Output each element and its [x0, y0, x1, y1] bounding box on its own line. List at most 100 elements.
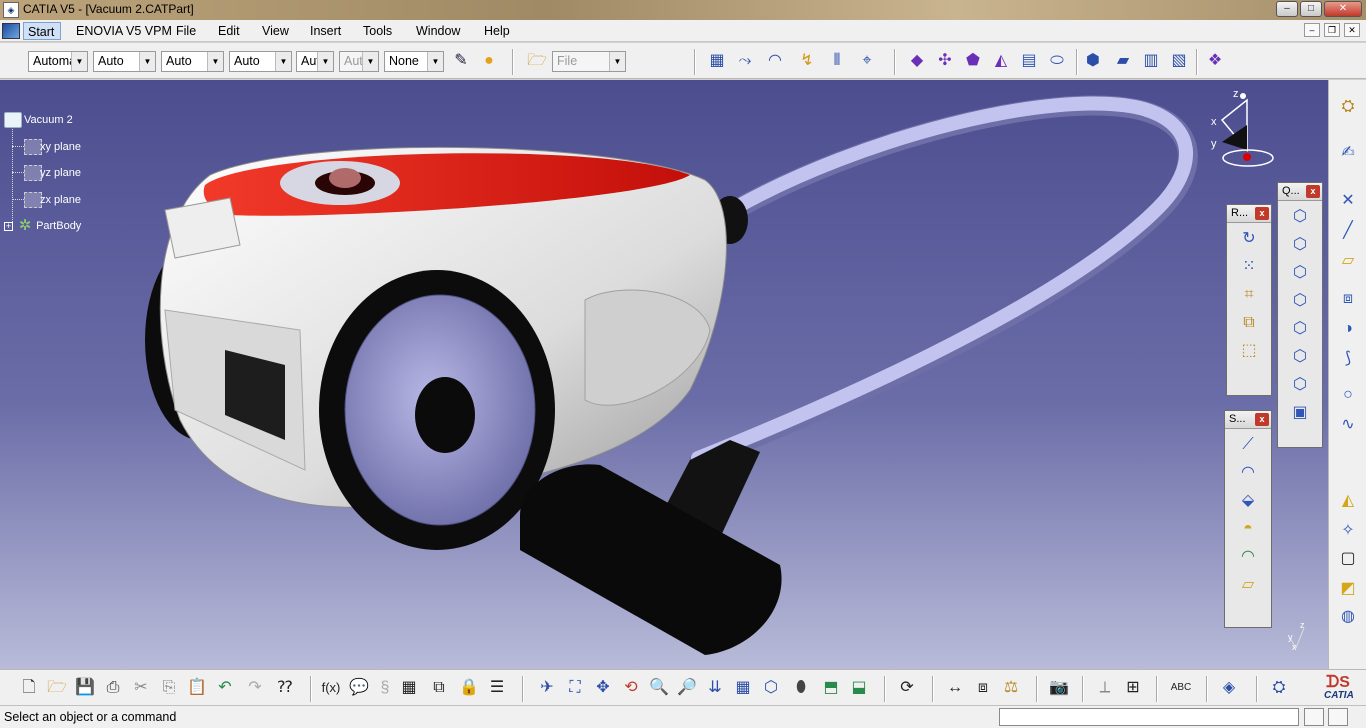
- tree-item-zx-plane[interactable]: zx plane: [24, 192, 81, 208]
- front-view-icon[interactable]: ⬡: [1288, 233, 1312, 257]
- lock-icon[interactable]: 🔒: [458, 677, 480, 699]
- floating-toolbar-r[interactable]: R... x ↻ ⁙ ⌗ ⧉ ⬚: [1226, 204, 1272, 396]
- fit-all-icon[interactable]: ⛶: [564, 677, 586, 699]
- extrude-surface-icon[interactable]: ⧈: [1337, 288, 1359, 310]
- measure-item-icon[interactable]: ⧈: [972, 677, 994, 699]
- fly-mode-icon[interactable]: ✈: [536, 677, 558, 699]
- swap-visible-icon[interactable]: ⬓: [848, 677, 870, 699]
- spline-icon[interactable]: ↯: [796, 50, 818, 72]
- knowledge-icon[interactable]: §: [374, 677, 396, 699]
- bottom-view-icon[interactable]: ⬡: [1288, 373, 1312, 397]
- pocket-icon[interactable]: ⬟: [962, 50, 984, 72]
- split-icon[interactable]: ⟋: [1236, 433, 1260, 457]
- hierarchy-icon[interactable]: ⧉: [428, 677, 450, 699]
- constraint-icon[interactable]: ⌖: [856, 50, 878, 72]
- offset-icon[interactable]: ◠: [1236, 545, 1260, 569]
- color-combo[interactable]: Auto ▼: [93, 51, 156, 72]
- update-icon[interactable]: ⟳: [896, 677, 918, 699]
- rendering-style-combo[interactable]: None ▼: [384, 51, 444, 72]
- rotate-icon[interactable]: ↻: [1237, 227, 1261, 251]
- table-icon[interactable]: ▦: [398, 677, 420, 699]
- rotate-view-icon[interactable]: ⟲: [620, 677, 642, 699]
- floating-toolbar-q[interactable]: Q... x ⬡ ⬡ ⬡ ⬡ ⬡ ⬡ ⬡ ▣: [1277, 182, 1323, 448]
- hole-icon[interactable]: ▤: [1018, 50, 1040, 72]
- vacuum-model[interactable]: [0, 80, 1328, 669]
- copy-icon[interactable]: ⎘: [158, 677, 180, 699]
- line-icon[interactable]: ╱: [1337, 220, 1359, 242]
- axis-system-icon[interactable]: ⟂: [1094, 677, 1116, 699]
- point-icon[interactable]: ✕: [1337, 190, 1359, 212]
- toolbar-close-button[interactable]: x: [1306, 185, 1320, 198]
- floating-toolbar-titlebar[interactable]: R... x: [1227, 205, 1271, 223]
- workbench-icon[interactable]: ⛭: [1337, 96, 1359, 118]
- weight-combo[interactable]: Auto ▼: [161, 51, 224, 72]
- work-on-support-icon[interactable]: ⊞: [1122, 677, 1144, 699]
- floating-toolbar-s[interactable]: S... x ⟋ ◠ ⬙ ◓ ◠ ▱: [1224, 410, 1272, 628]
- help-pointer-icon[interactable]: ⁇: [274, 677, 296, 699]
- tree-root-vacuum[interactable]: Vacuum 2: [4, 112, 73, 128]
- minimize-button[interactable]: –: [1276, 1, 1298, 17]
- doc-minimize-button[interactable]: –: [1304, 23, 1320, 37]
- print-icon[interactable]: ⎙: [102, 677, 124, 699]
- menu-tools[interactable]: Tools: [363, 24, 392, 38]
- back-view-icon[interactable]: ⬡: [1288, 261, 1312, 285]
- open-folder-icon[interactable]: 🗁: [526, 50, 548, 72]
- groove-icon[interactable]: ◭: [990, 50, 1012, 72]
- named-views-icon[interactable]: ▣: [1288, 401, 1312, 425]
- zoom-in-icon[interactable]: 🔍: [648, 677, 670, 699]
- revolve-surface-icon[interactable]: ◑: [1337, 318, 1359, 340]
- mass-properties-icon[interactable]: ⚖: [1000, 677, 1022, 699]
- maximize-button[interactable]: □: [1300, 1, 1322, 17]
- sweep-icon[interactable]: ⟆: [1337, 348, 1359, 370]
- undo-icon[interactable]: ↶: [214, 677, 236, 699]
- tree-item-xy-plane[interactable]: xy plane: [24, 139, 81, 155]
- iso-view-icon[interactable]: ⬡: [1288, 205, 1312, 229]
- tree-item-partbody[interactable]: + ✲ PartBody: [4, 218, 81, 234]
- grid-icon[interactable]: ▦: [706, 50, 728, 72]
- status-button-2[interactable]: [1328, 708, 1348, 726]
- apply-material-icon[interactable]: ⛭: [1268, 677, 1290, 699]
- capture-icon[interactable]: 📷: [1048, 677, 1070, 699]
- sew-surface-icon[interactable]: ▧: [1168, 50, 1190, 72]
- painter-icon[interactable]: ✎: [450, 50, 472, 72]
- scale-icon[interactable]: ⧉: [1237, 311, 1261, 335]
- right-view-icon[interactable]: ⬡: [1288, 317, 1312, 341]
- catia-app-icon[interactable]: ◈: [3, 2, 19, 18]
- formula-icon[interactable]: f(x): [320, 677, 342, 699]
- circle-icon[interactable]: ○: [1337, 384, 1359, 406]
- menu-view[interactable]: View: [262, 24, 289, 38]
- command-input[interactable]: [999, 708, 1299, 726]
- toolbar-close-button[interactable]: x: [1255, 413, 1269, 426]
- open-icon[interactable]: 🗁: [46, 677, 68, 699]
- start-menu-icon[interactable]: [2, 23, 20, 39]
- fill-icon[interactable]: ◓: [1236, 517, 1260, 541]
- doc-restore-button[interactable]: ❐: [1324, 23, 1340, 37]
- status-button-1[interactable]: [1304, 708, 1324, 726]
- extract-icon[interactable]: ◩: [1337, 578, 1359, 600]
- save-icon[interactable]: 💾: [74, 677, 96, 699]
- cut-icon[interactable]: ✂: [130, 677, 152, 699]
- measure-between-icon[interactable]: ↔: [944, 677, 966, 699]
- normal-view-icon[interactable]: ⇊: [704, 677, 726, 699]
- floating-toolbar-titlebar[interactable]: S... x: [1225, 411, 1271, 429]
- hide-show-icon[interactable]: ⬒: [820, 677, 842, 699]
- close-button[interactable]: ✕: [1324, 1, 1362, 17]
- menu-start[interactable]: Start: [23, 22, 61, 40]
- paste-icon[interactable]: 📋: [186, 677, 208, 699]
- shaft-icon[interactable]: ✣: [934, 50, 956, 72]
- menu-help[interactable]: Help: [484, 24, 510, 38]
- boolean-icon[interactable]: ❖: [1204, 50, 1226, 72]
- menu-insert[interactable]: Insert: [310, 24, 341, 38]
- menu-enovia[interactable]: ENOVIA V5 VPM: [76, 24, 172, 38]
- mirror-icon[interactable]: ⫴: [826, 50, 848, 72]
- properties-icon[interactable]: ●: [478, 50, 500, 72]
- close-surface-icon[interactable]: ▥: [1140, 50, 1162, 72]
- 3d-viewport[interactable]: x y z z y x Vacuum 2 xy plane yz plane z…: [0, 80, 1328, 669]
- rib-icon[interactable]: ⬭: [1046, 50, 1068, 72]
- left-view-icon[interactable]: ⬡: [1288, 289, 1312, 313]
- heal-icon[interactable]: ✧: [1337, 520, 1359, 542]
- measure-icon[interactable]: ⌗: [1237, 283, 1261, 307]
- render-style-icon[interactable]: ⬮: [790, 677, 812, 699]
- sew-icon[interactable]: ⬙: [1236, 489, 1260, 513]
- fillet-icon[interactable]: ◍: [1337, 606, 1359, 628]
